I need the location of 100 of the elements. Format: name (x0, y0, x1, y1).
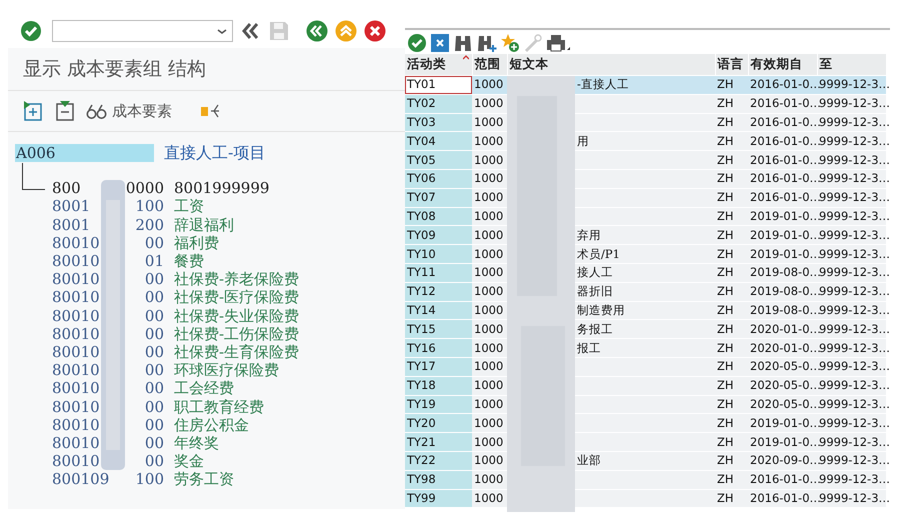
table-cell: ZH (715, 414, 748, 433)
table-cell[interactable]: TY03 (405, 113, 472, 132)
table-cell: ZH (715, 132, 748, 151)
cost-element-name: 环球医疗保险费 (174, 361, 279, 380)
table-cell[interactable]: TY11 (405, 263, 472, 282)
tree-node-text[interactable]: 直接人工-项目 (164, 144, 266, 162)
table-cell: 1000 (472, 489, 507, 508)
cost-element-button[interactable]: 成本要素 (86, 102, 172, 120)
back-icon[interactable] (306, 20, 328, 42)
table-cell: 1000 (472, 76, 507, 94)
code-fragment: 80010 (52, 288, 100, 307)
code-fragment: 00 (144, 343, 164, 362)
table-cell[interactable]: TY17 (405, 357, 472, 376)
code-fragment: 00 (144, 306, 164, 325)
code-fragment: 00 (144, 361, 164, 380)
printer-icon[interactable] (546, 33, 571, 53)
table-cell[interactable]: TY05 (405, 150, 472, 170)
table-cell: 1000 (472, 113, 507, 132)
column-header[interactable]: 活动类 (405, 54, 472, 76)
table-cell[interactable]: TY09 (405, 226, 472, 245)
code-fragment: 00 (144, 416, 164, 434)
code-fragment: 00 (144, 288, 164, 307)
binoculars-icon[interactable] (453, 33, 473, 53)
cost-element-name: 餐费 (174, 252, 204, 270)
table-cell: 1000 (472, 451, 507, 470)
expand-icon[interactable] (22, 100, 44, 122)
code-fragment: 80010 (52, 234, 100, 252)
column-header[interactable]: 范围 (472, 54, 507, 76)
table-cell[interactable]: TY08 (405, 207, 472, 226)
table-cell[interactable]: TY02 (405, 94, 472, 114)
binoculars-plus-icon[interactable] (476, 33, 497, 53)
cost-element-name: 年终奖 (174, 434, 219, 452)
column-header[interactable]: 有效期自 (748, 54, 817, 76)
table-cell: 1000 (472, 320, 507, 339)
cancel-icon[interactable] (364, 20, 386, 42)
interval-end: 8001999999 (174, 179, 270, 198)
table-cell[interactable]: TY20 (405, 414, 472, 433)
table-cell: 1000 (472, 94, 507, 114)
check-icon[interactable] (407, 33, 427, 53)
code-fragment: 100 (135, 470, 164, 489)
table-cell[interactable]: TY19 (405, 395, 472, 414)
table-cell[interactable]: TY15 (405, 320, 472, 339)
cost-element-name: 社保费-生育保险费 (174, 343, 300, 362)
check-icon[interactable] (20, 20, 42, 42)
table-cell: 1000 (472, 188, 507, 208)
table-cell: ZH (715, 282, 748, 302)
code-fragment: 80010 (52, 270, 100, 288)
star-add-icon[interactable] (500, 33, 520, 53)
table-cell[interactable]: TY01 (405, 76, 472, 94)
code-fragment: 01 (144, 252, 164, 270)
table-cell[interactable]: TY12 (405, 282, 472, 302)
cost-element-name: 奖金 (174, 452, 204, 470)
column-header[interactable]: 短文本 (507, 54, 715, 76)
code-fragment: 80010 (52, 343, 100, 362)
collapse-icon[interactable] (54, 100, 76, 122)
table-cell: 1000 (472, 263, 507, 282)
table-cell: ZH (715, 226, 748, 245)
command-field[interactable] (52, 20, 233, 42)
column-header[interactable]: 语言 (715, 54, 748, 76)
code-fragment: 0000 (126, 179, 164, 198)
table-cell: ZH (715, 169, 748, 188)
table-cell: 1000 (472, 282, 507, 302)
code-fragment: 8001 (52, 216, 90, 234)
tree-node-code[interactable]: A006 (15, 144, 154, 162)
dropdown-caret-icon[interactable] (217, 28, 227, 34)
code-fragment: 100 (135, 197, 164, 216)
close-icon[interactable] (430, 33, 450, 53)
table-cell: 1000 (472, 207, 507, 226)
code-fragment: 00 (144, 270, 164, 288)
code-fragment: 80010 (52, 306, 100, 325)
table-cell: ZH (715, 357, 748, 376)
table-cell[interactable]: TY07 (405, 188, 472, 208)
table-cell[interactable]: TY10 (405, 244, 472, 264)
table-cell: ZH (715, 432, 748, 452)
table-cell[interactable]: TY98 (405, 470, 472, 490)
table-cell: ZH (715, 207, 748, 226)
column-header[interactable]: 至 (817, 54, 886, 76)
back-icon[interactable] (241, 20, 259, 42)
table-cell: ZH (715, 76, 748, 94)
table-cell[interactable]: TY06 (405, 169, 472, 188)
table-cell: 1000 (472, 470, 507, 490)
table-cell[interactable]: TY14 (405, 301, 472, 320)
table-cell: ZH (715, 188, 748, 208)
code-fragment: 80010 (52, 434, 100, 452)
code-fragment: 80010 (52, 416, 100, 434)
code-fragment: 80010 (52, 361, 100, 380)
cost-element-name: 辞退福利 (174, 216, 234, 234)
code-fragment: 80010 (52, 324, 100, 344)
table-cell: ZH (715, 113, 748, 132)
code-fragment: 8001 (52, 197, 90, 216)
table-cell[interactable]: TY99 (405, 489, 472, 508)
table-cell: 1000 (472, 414, 507, 433)
table-cell[interactable]: TY04 (405, 132, 472, 151)
table-cell[interactable]: TY21 (405, 432, 472, 452)
table-cell[interactable]: TY16 (405, 338, 472, 358)
cost-element-name: 社保费-养老保险费 (174, 270, 300, 288)
table-cell[interactable]: TY18 (405, 376, 472, 396)
table-cell[interactable]: TY22 (405, 451, 472, 470)
code-fragment: 80010 (52, 398, 100, 416)
table-cell: 1000 (472, 395, 507, 414)
